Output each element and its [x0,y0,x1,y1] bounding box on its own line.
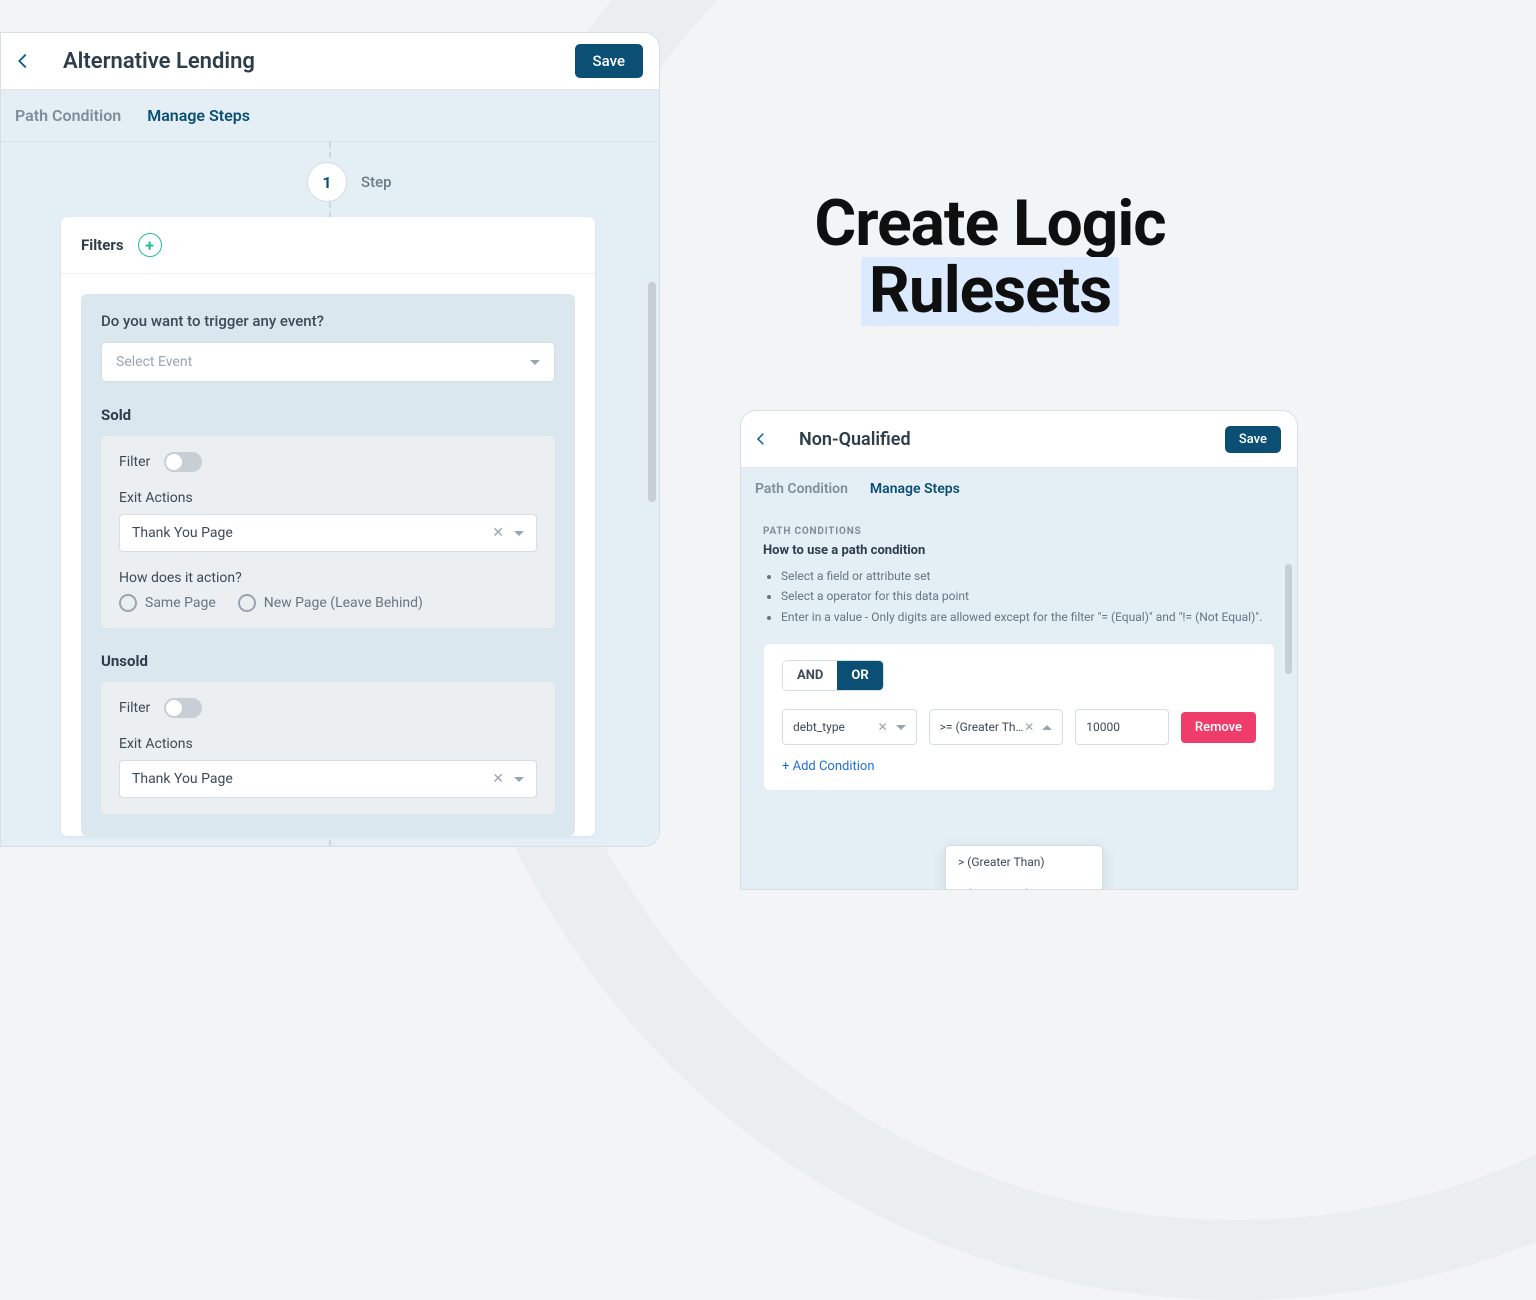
value-input[interactable] [1075,709,1169,745]
operator-value: >= (Greater Than ... [940,720,1025,734]
headline-line-2: Rulesets [861,257,1119,326]
operator-option[interactable]: < (Less Than) [946,878,1102,890]
tab-manage-steps[interactable]: Manage Steps [870,481,960,497]
save-button[interactable]: Save [575,44,643,78]
sold-section-label: Sold [101,406,555,424]
condition-row: debt_type ✕ >= (Greater Than ... ✕ Remov… [782,709,1256,745]
and-or-toggle: AND OR [782,660,884,691]
tab-bar: Path Condition Manage Steps [741,468,1297,510]
instruction-item: Select a operator for this data point [781,586,1275,606]
step-config-card: Do you want to trigger any event? Select… [81,294,575,836]
radio-same-page[interactable]: Same Page [119,594,216,612]
field-select[interactable]: debt_type ✕ [782,709,917,745]
select-event-dropdown[interactable]: Select Event [101,342,555,382]
unsold-filter-toggle[interactable] [164,698,202,718]
radio-new-page[interactable]: New Page (Leave Behind) [238,594,423,612]
select-event-placeholder: Select Event [116,354,192,370]
scrollbar[interactable] [648,282,656,502]
chevron-down-icon [514,531,524,536]
chevron-down-icon [530,360,540,365]
instruction-item: Enter in a value - Only digits are allow… [781,607,1275,627]
headline-line-1: Create Logic [814,186,1165,261]
operator-dropdown: > (Greater Than) < (Less Than) = (Equal)… [945,845,1103,890]
instruction-item: Select a field or attribute set [781,566,1275,586]
instructions-list: Select a field or attribute set Select a… [763,566,1275,627]
filters-card: Filters + Do you want to trigger any eve… [61,217,595,836]
chevron-up-icon [1042,725,1052,730]
step-label: Step [361,173,392,191]
page-title: Non-Qualified [799,429,911,450]
tab-path-condition[interactable]: Path Condition [15,106,121,125]
sold-filter-toggle[interactable] [164,452,202,472]
or-button[interactable]: OR [837,661,882,690]
step-number: 1 [307,162,347,202]
trigger-question: Do you want to trigger any event? [101,312,555,330]
back-arrow-icon[interactable] [1,43,45,79]
page-title: Alternative Lending [63,49,255,74]
panel-header: Alternative Lending Save [1,33,659,90]
path-condition-panel: Non-Qualified Save Path Condition Manage… [740,410,1298,890]
exit-actions-value: Thank You Page [132,525,233,541]
exit-actions-label: Exit Actions [119,736,537,752]
path-conditions-subtitle: How to use a path condition [763,543,1275,558]
scrollbar[interactable] [1285,564,1292,674]
and-button[interactable]: AND [783,661,837,690]
how-action-label: How does it action? [119,570,537,586]
exit-actions-select-2[interactable]: Thank You Page ✕ [119,760,537,798]
clear-icon[interactable]: ✕ [492,771,504,787]
save-button[interactable]: Save [1225,426,1281,453]
marketing-headline: Create Logic Rulesets [770,190,1210,326]
filter-toggle-label: Filter [119,700,150,716]
workflow-editor-panel: Alternative Lending Save Path Condition … [0,32,660,847]
value-field[interactable] [1086,720,1158,734]
add-condition-link[interactable]: + Add Condition [782,759,1256,774]
clear-icon[interactable]: ✕ [878,720,888,734]
panel-header: Non-Qualified Save [741,411,1297,468]
exit-actions-value: Thank You Page [132,771,233,787]
exit-actions-select[interactable]: Thank You Page ✕ [119,514,537,552]
field-value: debt_type [793,720,845,734]
chevron-down-icon [896,725,906,730]
tab-path-condition[interactable]: Path Condition [755,481,848,497]
back-arrow-icon[interactable] [741,421,781,457]
operator-option[interactable]: > (Greater Than) [946,846,1102,878]
operator-select[interactable]: >= (Greater Than ... ✕ [929,709,1064,745]
add-filter-button[interactable]: + [138,233,162,257]
clear-icon[interactable]: ✕ [1024,720,1034,734]
path-conditions-heading: PATH CONDITIONS [763,526,1275,537]
unsold-section-label: Unsold [101,652,555,670]
filters-title: Filters [81,236,124,254]
tab-bar: Path Condition Manage Steps [1,90,659,142]
chevron-down-icon [514,777,524,782]
step-badge: 1 Step [307,162,392,202]
remove-button[interactable]: Remove [1181,712,1256,743]
filter-toggle-label: Filter [119,454,150,470]
clear-icon[interactable]: ✕ [492,525,504,541]
exit-actions-label: Exit Actions [119,490,537,506]
tab-manage-steps[interactable]: Manage Steps [147,106,250,125]
logic-card: AND OR debt_type ✕ >= (Greater Than ... … [763,643,1275,791]
